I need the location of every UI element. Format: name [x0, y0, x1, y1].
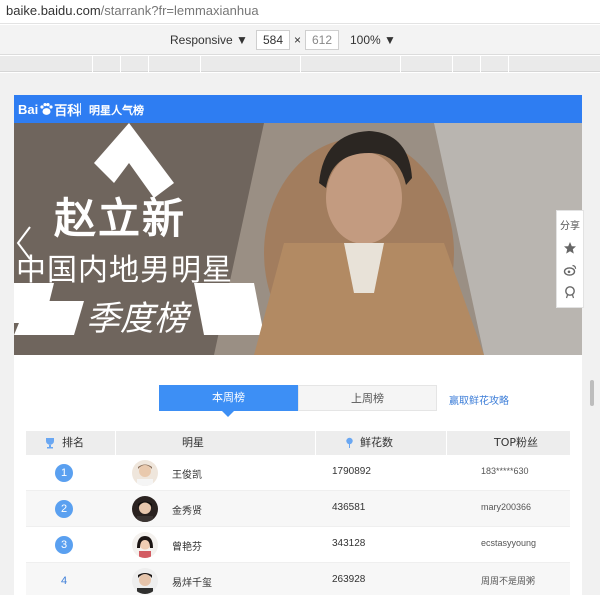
flower-count: 1790892 — [332, 466, 371, 477]
tab-last-week[interactable]: 上周榜 — [298, 385, 437, 411]
table-row[interactable]: 3 曾艳芬 343128 ecstasyyoung — [26, 527, 570, 563]
url-text[interactable]: baike.baidu.com/starrank?fr=lemmaxianhua — [6, 3, 259, 18]
chevron-down-icon: ▼ — [236, 33, 248, 47]
browser-address-bar[interactable]: baike.baidu.com/starrank?fr=lemmaxianhua — [0, 0, 600, 24]
star-name[interactable]: 金秀贤 — [172, 502, 202, 517]
flower-icon — [346, 437, 353, 448]
ruler-tick — [300, 56, 301, 72]
top-fan: 周周不是周粥 — [481, 576, 536, 586]
header-flowers: 鲜花数 — [360, 436, 393, 449]
share-label[interactable]: 分享 — [557, 217, 583, 232]
scrollbar-thumb[interactable] — [590, 380, 594, 406]
weibo-icon[interactable] — [563, 263, 577, 277]
banner-star-name: 赵立新 — [54, 194, 187, 243]
tab-pointer — [222, 411, 234, 417]
rank-tabs: 本周榜 上周榜 — [159, 385, 439, 417]
column-divider — [115, 431, 116, 455]
star-name[interactable]: 曾艳芬 — [172, 538, 202, 553]
ruler-tick — [120, 56, 121, 72]
table-row[interactable]: 1 王俊凯 1790892 183*****630 — [26, 455, 570, 491]
header-divider — [80, 103, 81, 115]
column-divider — [315, 431, 316, 455]
site-header: Bai 百科 明星人气榜 — [14, 95, 582, 123]
column-divider — [446, 431, 447, 455]
ruler-tick — [200, 56, 201, 72]
star-name[interactable]: 易烊千玺 — [172, 574, 212, 589]
ruler-tick — [452, 56, 453, 72]
ruler-tick — [480, 56, 481, 72]
header-top-fan: TOP粉丝 — [494, 436, 539, 449]
flower-tips-link[interactable]: 赢取鲜花攻略 — [449, 392, 509, 407]
header-rank: 排名 — [62, 436, 84, 449]
header-star: 明星 — [182, 436, 204, 449]
ruler-tick — [148, 56, 149, 72]
ruler-tick — [92, 56, 93, 72]
baidu-baike-logo[interactable]: Bai 百科 — [18, 100, 80, 118]
banner-period: 季度榜 — [86, 299, 188, 339]
chevron-down-icon: ▼ — [384, 33, 396, 47]
star-icon[interactable] — [563, 241, 577, 255]
ruler-tick — [508, 56, 509, 72]
rank-badge: 2 — [55, 500, 73, 518]
flower-count: 263928 — [332, 574, 366, 585]
avatar[interactable] — [132, 496, 158, 522]
width-input[interactable]: 584 — [256, 30, 290, 50]
flower-count: 436581 — [332, 502, 366, 513]
share-toolbar: 分享 — [556, 210, 584, 308]
avatar[interactable] — [132, 460, 158, 486]
top-fan: mary200366 — [481, 502, 532, 512]
hero-banner[interactable]: 赵立新 中国内地男明星 季度榜 — [14, 123, 582, 355]
times-sign: × — [294, 33, 302, 47]
page-content: Bai 百科 明星人气榜 赵立新 中国内地男明星 季度榜 本周榜 上周榜 赢取鲜… — [14, 95, 582, 595]
device-select[interactable]: Responsive ▼ — [170, 33, 248, 47]
rank-number: 4 — [60, 575, 68, 587]
media-query-ruler[interactable] — [0, 56, 600, 72]
trophy-icon — [46, 438, 54, 449]
table-header: 排名 明星 鲜花数 TOP粉丝 — [26, 431, 570, 455]
ruler-tick — [400, 56, 401, 72]
table-row[interactable]: 2 金秀贤 436581 mary200366 — [26, 491, 570, 527]
chevron-left-icon[interactable] — [14, 223, 36, 263]
rank-table: 排名 明星 鲜花数 TOP粉丝 1 王俊凯 1790892 183*****63… — [26, 431, 570, 595]
top-fan: ecstasyyoung — [481, 538, 537, 548]
avatar[interactable] — [132, 532, 158, 558]
height-input[interactable]: 612 — [305, 30, 339, 50]
qq-icon[interactable] — [563, 285, 577, 299]
paw-icon — [40, 103, 53, 115]
table-row[interactable]: 4 易烊千玺 263928 周周不是周粥 — [26, 563, 570, 595]
star-name[interactable]: 王俊凯 — [172, 466, 202, 481]
tab-this-week[interactable]: 本周榜 — [159, 385, 298, 417]
avatar[interactable] — [132, 568, 158, 594]
banner-category: 中国内地男明星 — [16, 253, 233, 288]
rank-badge: 3 — [55, 536, 73, 554]
device-toolbar: Responsive ▼ 584 × 612 100% ▼ — [0, 25, 600, 55]
top-fan: 183*****630 — [481, 466, 529, 476]
flower-count: 343128 — [332, 538, 366, 549]
section-title[interactable]: 明星人气榜 — [89, 102, 144, 118]
zoom-select[interactable]: 100% ▼ — [350, 33, 396, 47]
rank-badge: 1 — [55, 464, 73, 482]
